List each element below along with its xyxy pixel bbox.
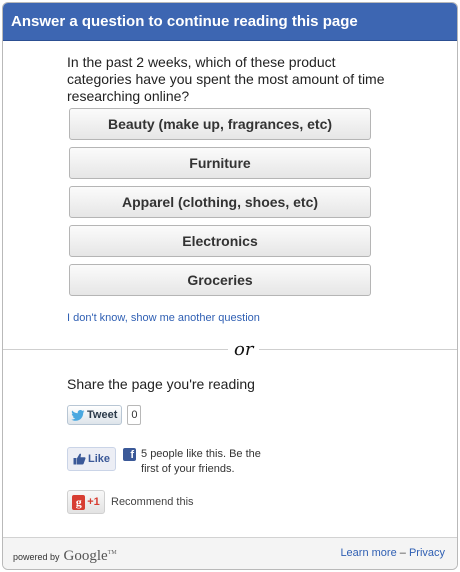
facebook-like-row: Like f 5 people like this. Be the first … — [67, 447, 277, 477]
dialog-footer: powered by GoogleTM Learn more – Privacy — [3, 537, 457, 569]
skip-question-link[interactable]: I don't know, show me another question — [67, 312, 260, 324]
footer-links: Learn more – Privacy — [340, 547, 445, 559]
recommend-text: Recommend this — [111, 496, 194, 508]
powered-by-label: powered by — [13, 552, 60, 562]
learn-more-link[interactable]: Learn more — [340, 547, 396, 559]
privacy-link[interactable]: Privacy — [409, 547, 445, 559]
share-title: Share the page you're reading — [67, 376, 255, 392]
like-label: Like — [88, 453, 111, 465]
answer-button-groceries[interactable]: Groceries — [69, 264, 371, 296]
link-separator: – — [396, 547, 409, 559]
facebook-social-text: 5 people like this. Be the first of your… — [141, 448, 261, 475]
gplus-row: g +1 Recommend this — [67, 490, 194, 514]
google-logo: GoogleTM — [64, 548, 117, 565]
survey-question: In the past 2 weeks, which of these prod… — [67, 54, 385, 104]
question-section: In the past 2 weeks, which of these prod… — [3, 41, 457, 351]
facebook-like-button[interactable]: Like — [67, 447, 117, 471]
dialog-header: Answer a question to continue reading th… — [3, 3, 457, 41]
tweet-count: 0 — [127, 405, 142, 425]
answer-button-apparel[interactable]: Apparel (clothing, shoes, etc) — [69, 186, 371, 218]
twitter-bird-icon — [71, 409, 85, 421]
survey-dialog: Answer a question to continue reading th… — [2, 2, 458, 570]
tweet-button[interactable]: Tweet — [67, 405, 123, 425]
dialog-title: Answer a question to continue reading th… — [11, 13, 358, 30]
tweet-row: Tweet 0 — [67, 405, 142, 425]
or-separator: or — [228, 339, 260, 360]
powered-by: powered by GoogleTM — [13, 548, 117, 565]
google-plus-icon: g — [72, 494, 86, 510]
thumbs-up-icon — [73, 453, 86, 465]
gplus-label: +1 — [87, 496, 100, 508]
answer-list: Beauty (make up, fragrances, etc) Furnit… — [69, 108, 371, 303]
answer-button-furniture[interactable]: Furniture — [69, 147, 371, 179]
gplus-button[interactable]: g +1 — [67, 490, 105, 514]
tweet-label: Tweet — [87, 409, 118, 421]
facebook-icon: f — [123, 448, 137, 461]
google-logo-text: Google — [63, 548, 108, 564]
answer-button-beauty[interactable]: Beauty (make up, fragrances, etc) — [69, 108, 371, 140]
trademark: TM — [107, 550, 117, 556]
answer-button-electronics[interactable]: Electronics — [69, 225, 371, 257]
